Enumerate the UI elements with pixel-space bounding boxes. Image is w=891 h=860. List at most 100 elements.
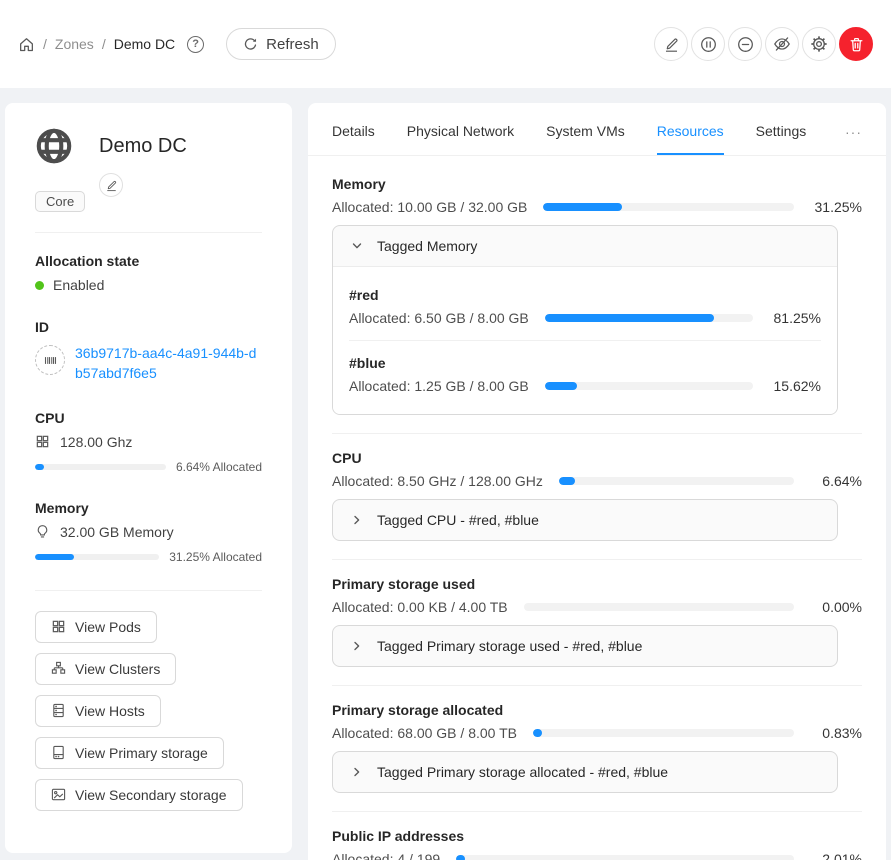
resource-section: CPU Allocated: 8.50 GHz / 128.00 GHz 6.6… [332, 433, 862, 541]
resource-section: Memory Allocated: 10.00 GB / 32.00 GB 31… [332, 176, 862, 415]
question-circle-icon[interactable]: ? [187, 36, 204, 53]
tagged-collapse-panel: Tagged Memory #red Allocated: 6.50 GB / … [332, 225, 838, 415]
zone-id-section: ID 36b9717b-aa4c-4a91-944b-db57abd7f6e5 [35, 319, 262, 384]
breadcrumb-separator: / [102, 36, 106, 52]
resource-progress-bar [456, 855, 794, 860]
resource-progress-bar [559, 477, 794, 485]
zone-detail-card: Details Physical Network System VMs Resourc… [308, 103, 886, 860]
tab-physical-network[interactable]: Physical Network [407, 109, 514, 155]
refresh-label: Refresh [266, 36, 319, 53]
memory-capacity-value: 32.00 GB Memory [60, 524, 174, 540]
tagged-resource-name: #red [349, 287, 821, 303]
resource-progress-bar [545, 382, 753, 390]
tagged-resource-name: #blue [349, 355, 821, 371]
resource-percent: 0.83% [810, 725, 862, 741]
delete-zone-button[interactable] [839, 27, 873, 61]
edit-icon [663, 36, 680, 53]
zone-id-label: ID [35, 319, 262, 335]
cpu-icon [35, 434, 50, 449]
shutdown-zone-button[interactable] [728, 27, 762, 61]
tagged-collapse-header[interactable]: Tagged CPU - #red, #blue [333, 500, 837, 540]
tab-overflow-ellipsis[interactable]: ··· [845, 110, 862, 154]
memory-bulb-icon [35, 524, 50, 539]
resource-section: Public IP addresses Allocated: 4 / 199 2… [332, 811, 862, 860]
resource-section-title: Memory [332, 176, 862, 192]
chevron-right-icon [351, 766, 363, 778]
zone-cpu-section: CPU 128.00 Ghz 6.64% Allocated [35, 410, 262, 474]
resource-progress-bar [533, 729, 794, 737]
memory-label: Memory [35, 500, 262, 516]
tagged-collapse-panel: Tagged Primary storage used - #red, #blu… [332, 625, 838, 667]
hide-zone-button[interactable] [765, 27, 799, 61]
zone-name: Demo DC [99, 135, 187, 158]
tagged-collapse-label: Tagged CPU - #red, #blue [377, 512, 539, 528]
pods-icon [51, 619, 66, 634]
page-header: / Zones / Demo DC ? Refresh [0, 0, 891, 88]
tagged-collapse-label: Tagged Primary storage allocated - #red,… [377, 764, 668, 780]
resource-allocated-text: Allocated: 1.25 GB / 8.00 GB [349, 378, 529, 394]
view-secondary-storage-button[interactable]: View Secondary storage [35, 779, 243, 811]
view-pods-button[interactable]: View Pods [35, 611, 157, 643]
minus-circle-icon [737, 36, 754, 53]
zone-settings-button[interactable] [802, 27, 836, 61]
chevron-right-icon [351, 514, 363, 526]
resource-section: Primary storage allocated Allocated: 68.… [332, 685, 862, 793]
eye-invisible-icon [773, 35, 791, 53]
tagged-collapse-header[interactable]: Tagged Primary storage allocated - #red,… [333, 752, 837, 792]
breadcrumb: / Zones / Demo DC ? [18, 36, 204, 53]
tagged-collapse-label: Tagged Memory [377, 238, 477, 254]
tagged-collapse-panel: Tagged CPU - #red, #blue [332, 499, 838, 541]
resource-progress-bar [543, 203, 794, 211]
breadcrumb-zones-link[interactable]: Zones [55, 36, 94, 52]
resource-percent: 31.25% [810, 199, 862, 215]
tagged-resource-item: #red Allocated: 6.50 GB / 8.00 GB 81.25% [349, 273, 821, 340]
allocation-state-label: Allocation state [35, 253, 262, 269]
chevron-down-icon [351, 240, 363, 252]
settings-icon [810, 35, 828, 53]
home-icon [18, 36, 35, 53]
edit-zone-button[interactable] [654, 27, 688, 61]
allocation-state-value: Enabled [53, 277, 104, 293]
refresh-button[interactable]: Refresh [226, 28, 336, 60]
divider [35, 232, 262, 233]
view-hosts-button[interactable]: View Hosts [35, 695, 161, 727]
tagged-collapse-header[interactable]: Tagged Memory [333, 226, 837, 266]
resource-percent: 2.01% [810, 851, 862, 860]
tagged-collapse-header[interactable]: Tagged Primary storage used - #red, #blu… [333, 626, 837, 666]
breadcrumb-current-page: Demo DC [114, 36, 175, 52]
tab-resources[interactable]: Resources [657, 109, 724, 155]
main-area: Demo DC Core Allocation state Enabled ID… [0, 88, 891, 860]
hosts-icon [51, 703, 66, 718]
memory-allocated-text: 31.25% Allocated [169, 550, 262, 564]
resource-allocated-text: Allocated: 8.50 GHz / 128.00 GHz [332, 473, 543, 489]
tab-settings[interactable]: Settings [756, 109, 807, 155]
tab-bar: Details Physical Network System VMs Resourc… [308, 103, 886, 156]
resource-section-title: Public IP addresses [332, 828, 862, 844]
disable-zone-button[interactable] [691, 27, 725, 61]
tab-system-vms[interactable]: System VMs [546, 109, 625, 155]
status-dot [35, 281, 44, 290]
resource-percent: 81.25% [769, 310, 821, 326]
delete-icon [848, 36, 865, 53]
edit-tags-button[interactable] [99, 173, 123, 197]
memory-progress-bar [35, 554, 159, 560]
refresh-icon [243, 37, 258, 52]
zone-summary-card: Demo DC Core Allocation state Enabled ID… [5, 103, 292, 853]
zone-id-link[interactable]: 36b9717b-aa4c-4a91-944b-db57abd7f6e5 [75, 343, 262, 384]
home-link[interactable] [18, 36, 35, 53]
view-clusters-button[interactable]: View Clusters [35, 653, 176, 685]
resources-panel: Memory Allocated: 10.00 GB / 32.00 GB 31… [308, 156, 886, 860]
cpu-allocated-text: 6.64% Allocated [176, 460, 262, 474]
resource-allocated-text: Allocated: 6.50 GB / 8.00 GB [349, 310, 529, 326]
primary-storage-icon [51, 745, 66, 760]
view-primary-storage-button[interactable]: View Primary storage [35, 737, 224, 769]
pause-circle-icon [700, 36, 717, 53]
cpu-progress-bar [35, 464, 166, 470]
allocation-state-section: Allocation state Enabled [35, 253, 262, 293]
chevron-right-icon [351, 640, 363, 652]
header-action-bar [654, 27, 873, 61]
tab-details[interactable]: Details [332, 109, 375, 155]
resource-allocated-text: Allocated: 4 / 199 [332, 851, 440, 860]
secondary-storage-icon [51, 787, 66, 802]
resource-allocated-text: Allocated: 10.00 GB / 32.00 GB [332, 199, 527, 215]
